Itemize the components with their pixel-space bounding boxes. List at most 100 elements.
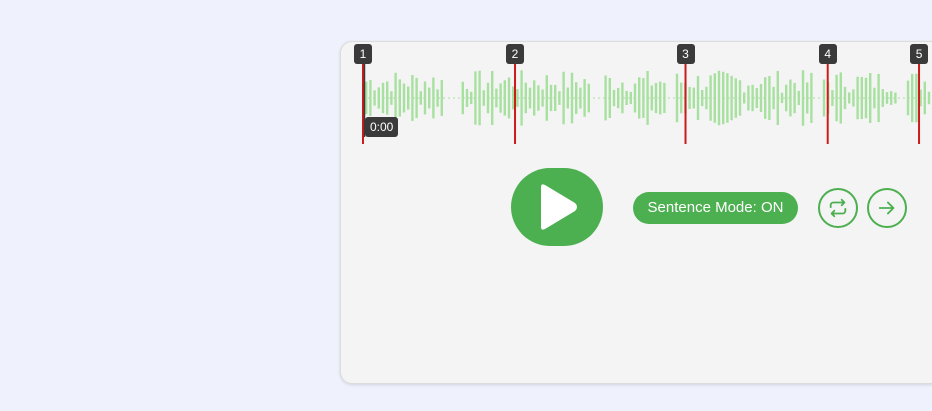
waveform-bar [642,78,645,118]
waveform-bar [465,88,469,107]
waveform-bar [915,73,918,123]
waveform-bar [747,85,750,111]
waveform-bar [755,88,758,108]
waveform-bar [621,82,624,114]
waveform-bar [390,91,393,105]
waveform-bar [411,75,414,121]
player-controls: Sentence Mode: ON [341,144,932,294]
sentence-mode-toggle[interactable]: Sentence Mode: ON [633,192,798,224]
waveform-bar [461,81,464,115]
waveform-bar [638,77,641,119]
waveform-bar [503,80,506,116]
waveform-bar [680,82,683,114]
waveform-bar [583,79,586,117]
waveform-bar [726,73,729,123]
waveform-bar [629,91,632,105]
audio-player-card: 1 2 3 4 5 0:00 Sentence Mode: ON [340,41,932,384]
waveform-bar [848,92,851,104]
waveform-bar [562,71,565,125]
waveform-bar [394,72,397,124]
waveform-bar [751,84,754,112]
sentence-marker-badge[interactable]: 1 [354,44,372,64]
waveform-bar [369,80,372,116]
waveform-bar [675,73,679,123]
waveform-bar [801,70,805,126]
waveform-bar [659,81,662,115]
waveform-bar [839,72,842,124]
waveform-bar [856,76,859,120]
waveform-bar [692,87,695,109]
waveform-bar [587,83,590,113]
waveform-bar [768,76,771,120]
waveform-bar [923,81,926,115]
waveform[interactable]: 1 2 3 4 5 0:00 [341,42,932,144]
waveform-bar [852,89,855,107]
waveform-bar [402,83,406,113]
waveform-bar [759,83,763,112]
waveform-bar [877,73,880,123]
waveform-bar [386,81,389,115]
play-button[interactable] [511,168,603,246]
waveform-bar [579,87,582,109]
waveform-bar [478,70,481,126]
waveform-bar [398,79,401,117]
waveform-bar [890,91,893,105]
sentence-marker-badge[interactable]: 4 [818,44,837,64]
waveform-bar [797,90,800,105]
waveform-bar [499,83,502,113]
waveform-bar [730,75,733,121]
sentence-marker-badge[interactable]: 3 [676,44,695,64]
loop-button[interactable] [818,188,858,228]
waveform-bar [650,85,653,111]
waveform-bar [860,77,863,120]
waveform-bar [881,89,884,107]
waveform-bar [486,82,490,114]
waveform-bar [617,87,620,109]
waveform-bar [612,89,616,107]
waveform-bar [423,81,427,115]
waveform-bar [764,77,767,119]
waveform-bar [696,75,700,121]
waveform-bar [831,90,834,106]
waveform-bar [894,92,897,104]
current-time-tooltip: 0:00 [365,117,399,137]
waveform-bar [772,86,775,110]
waveform-bar [806,82,809,114]
waveform-bar [717,70,721,126]
waveform-bar [663,82,666,114]
waveform-bar [482,90,485,106]
waveform-bar [705,86,708,110]
waveform-bar [415,77,418,119]
sentence-marker-badge[interactable]: 5 [910,44,929,64]
waveform-bar [558,91,561,105]
waveform-bar [470,91,473,105]
waveform-bar [873,87,876,109]
waveform-bar [516,89,519,107]
waveform-bar [381,82,385,114]
waveform-bar [906,80,910,116]
waveform-bar [869,73,872,123]
waveform-bar [432,77,435,119]
waveform-bar [528,87,532,109]
waveform-bar [495,88,498,108]
waveform-bar [554,84,557,111]
waveform-bar [541,89,544,107]
waveform-bar [419,91,422,105]
waveform-bar [738,80,742,116]
waveform-bar [789,79,792,117]
play-icon [541,184,577,230]
waveform-bar [780,92,784,104]
waveform-bar [722,71,725,125]
waveform-bar [885,92,889,104]
waveform-bar [570,72,574,124]
waveform-bar [713,73,716,123]
waveform-bar [524,82,527,114]
waveform-bar [822,79,826,117]
waveform-bar [646,71,649,125]
next-sentence-button[interactable] [867,188,907,228]
waveform-bar [785,84,788,112]
waveform-graphic[interactable] [341,42,932,144]
waveform-bar [549,84,553,112]
waveform-bar [575,82,578,114]
sentence-marker-badge[interactable]: 2 [506,44,524,64]
